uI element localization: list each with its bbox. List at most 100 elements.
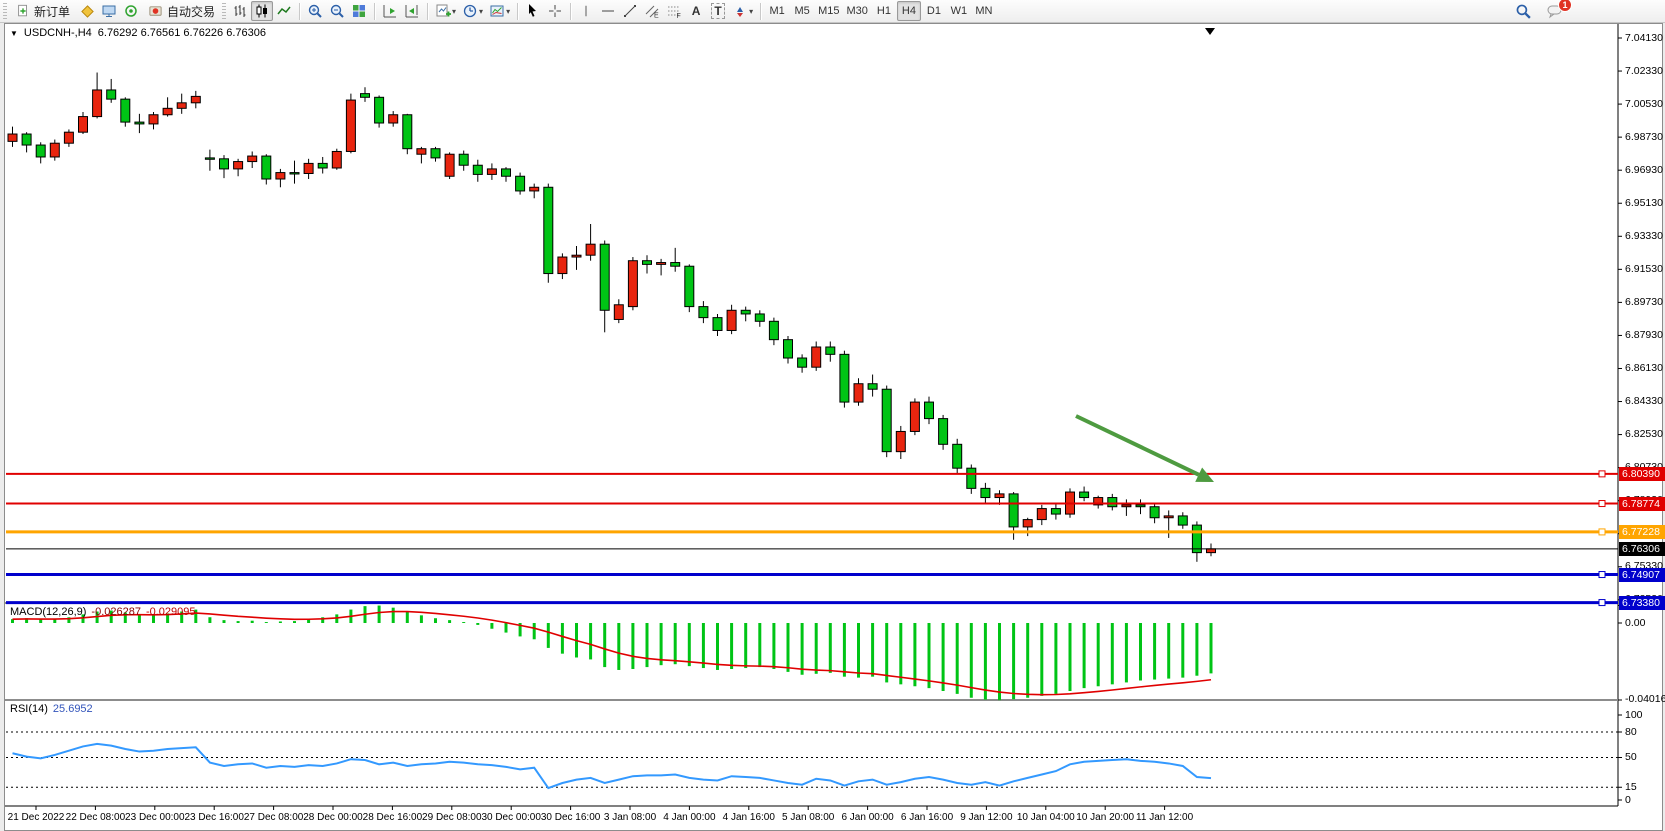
timeframe-group: M1M5M15M30H1H4D1W1MN xyxy=(765,1,996,21)
collapse-icon[interactable]: ▼ xyxy=(10,29,18,38)
candle-body xyxy=(121,99,130,122)
level-handle[interactable] xyxy=(1599,572,1605,578)
channel-tool-button[interactable]: E xyxy=(641,1,663,21)
candle-body xyxy=(600,244,609,310)
candle-body xyxy=(953,444,962,468)
candle-body xyxy=(107,90,116,99)
candle-body xyxy=(135,122,144,124)
candle-body xyxy=(784,340,793,358)
tile-windows-icon xyxy=(351,3,367,19)
candle-body xyxy=(854,384,863,402)
candle-body xyxy=(445,154,454,176)
channel-icon: E xyxy=(644,3,660,19)
horizontal-line-tool-button[interactable] xyxy=(597,1,619,21)
trendline-tool-button[interactable] xyxy=(619,1,641,21)
macd-signal-line xyxy=(13,612,1212,695)
fibonacci-icon: F xyxy=(666,3,682,19)
auto-scroll-button[interactable] xyxy=(379,1,401,21)
candle-body xyxy=(276,173,285,179)
zoom-out-icon xyxy=(329,3,345,19)
trend-arrow-annotation[interactable] xyxy=(1076,416,1199,475)
horizontal-line-icon xyxy=(600,3,616,19)
arrows-tool-button[interactable]: ▾ xyxy=(729,1,756,21)
templates-button[interactable]: ▾ xyxy=(486,1,513,21)
arrows-tool-icon xyxy=(732,3,748,19)
line-chart-button[interactable] xyxy=(273,1,295,21)
candle-body xyxy=(50,143,59,157)
auto-trading-button[interactable]: 自动交易 xyxy=(142,1,221,21)
tab-timeframe-h4[interactable]: H4 xyxy=(897,1,921,21)
zoom-in-button[interactable] xyxy=(304,1,326,21)
candlestick-chart-button[interactable] xyxy=(251,1,273,21)
symbol-header: ▼ USDCNH-,H4 6.76292 6.76561 6.76226 6.7… xyxy=(10,27,270,39)
chart-shift-marker[interactable] xyxy=(1205,28,1215,35)
candle-body xyxy=(361,94,370,98)
tab-timeframe-m5[interactable]: M5 xyxy=(790,1,814,21)
chart-canvas[interactable] xyxy=(5,24,1660,828)
candle-body xyxy=(755,314,764,321)
notification-badge: 1 xyxy=(1558,0,1572,12)
text-label-tool-button[interactable]: T xyxy=(707,1,729,21)
candle-body xyxy=(332,151,341,168)
candle-body xyxy=(417,149,426,155)
toolbar-separator xyxy=(374,3,375,20)
candle-body xyxy=(1037,509,1046,520)
signal-icon xyxy=(123,3,139,19)
candle-body xyxy=(431,149,440,158)
search-button[interactable] xyxy=(1512,1,1535,21)
tab-timeframe-d1[interactable]: D1 xyxy=(922,1,946,21)
candle-body xyxy=(1023,520,1032,527)
candle-body xyxy=(64,132,73,143)
rsi-value: 25.6952 xyxy=(53,703,93,715)
vertical-line-tool-button[interactable] xyxy=(575,1,597,21)
tile-windows-button[interactable] xyxy=(348,1,370,21)
fibonacci-tool-button[interactable]: F xyxy=(663,1,685,21)
candle-body xyxy=(1051,509,1060,515)
level-handle[interactable] xyxy=(1599,529,1605,535)
quote-values: 6.76292 6.76561 6.76226 6.76306 xyxy=(98,27,266,39)
chart-shift-button[interactable] xyxy=(401,1,423,21)
level-handle[interactable] xyxy=(1599,501,1605,507)
tab-timeframe-m30[interactable]: M30 xyxy=(844,1,871,21)
notifications-button[interactable]: 1 xyxy=(1543,1,1567,21)
zoom-out-button[interactable] xyxy=(326,1,348,21)
macd-name: MACD(12,26,9) xyxy=(10,606,86,618)
terminal-button[interactable] xyxy=(98,1,120,21)
chevron-down-icon: ▾ xyxy=(749,7,753,16)
candle-body xyxy=(826,347,835,354)
new-order-button[interactable]: 新订单 xyxy=(10,1,76,21)
candle-body xyxy=(1009,494,1018,527)
text-tool-button[interactable]: A xyxy=(685,1,707,21)
candle-body xyxy=(558,257,567,274)
candle-body xyxy=(403,115,412,149)
macd-label: MACD(12,26,9)-0.026287-0.029095 xyxy=(10,606,196,618)
chart-window: 7.041307.023307.005306.987306.969306.951… xyxy=(4,23,1663,831)
signal-button[interactable] xyxy=(120,1,142,21)
candle-body xyxy=(671,263,680,267)
candle-body xyxy=(516,176,525,191)
candle-body xyxy=(487,169,496,175)
periods-button[interactable]: ▾ xyxy=(459,1,486,21)
candle-body xyxy=(1080,492,1089,498)
candle-body xyxy=(699,307,708,318)
candle-body xyxy=(1108,498,1117,507)
zoom-in-icon xyxy=(307,3,323,19)
tab-timeframe-w1[interactable]: W1 xyxy=(947,1,971,21)
metaeditor-button[interactable] xyxy=(76,1,98,21)
tab-timeframe-m15[interactable]: M15 xyxy=(815,1,842,21)
candle-body xyxy=(1122,505,1131,507)
new-chart-button[interactable]: ▾ xyxy=(432,1,459,21)
crosshair-button[interactable] xyxy=(544,1,566,21)
candle-body xyxy=(220,159,229,169)
level-handle[interactable] xyxy=(1599,600,1605,606)
tab-timeframe-h1[interactable]: H1 xyxy=(872,1,896,21)
candle-body xyxy=(1207,549,1216,553)
tab-timeframe-mn[interactable]: MN xyxy=(972,1,996,21)
cursor-button[interactable] xyxy=(522,1,544,21)
candle-body xyxy=(459,154,468,165)
candle-body xyxy=(22,134,31,145)
level-handle[interactable] xyxy=(1599,471,1605,477)
tab-timeframe-m1[interactable]: M1 xyxy=(765,1,789,21)
bar-chart-button[interactable] xyxy=(229,1,251,21)
terminal-icon xyxy=(101,3,117,19)
